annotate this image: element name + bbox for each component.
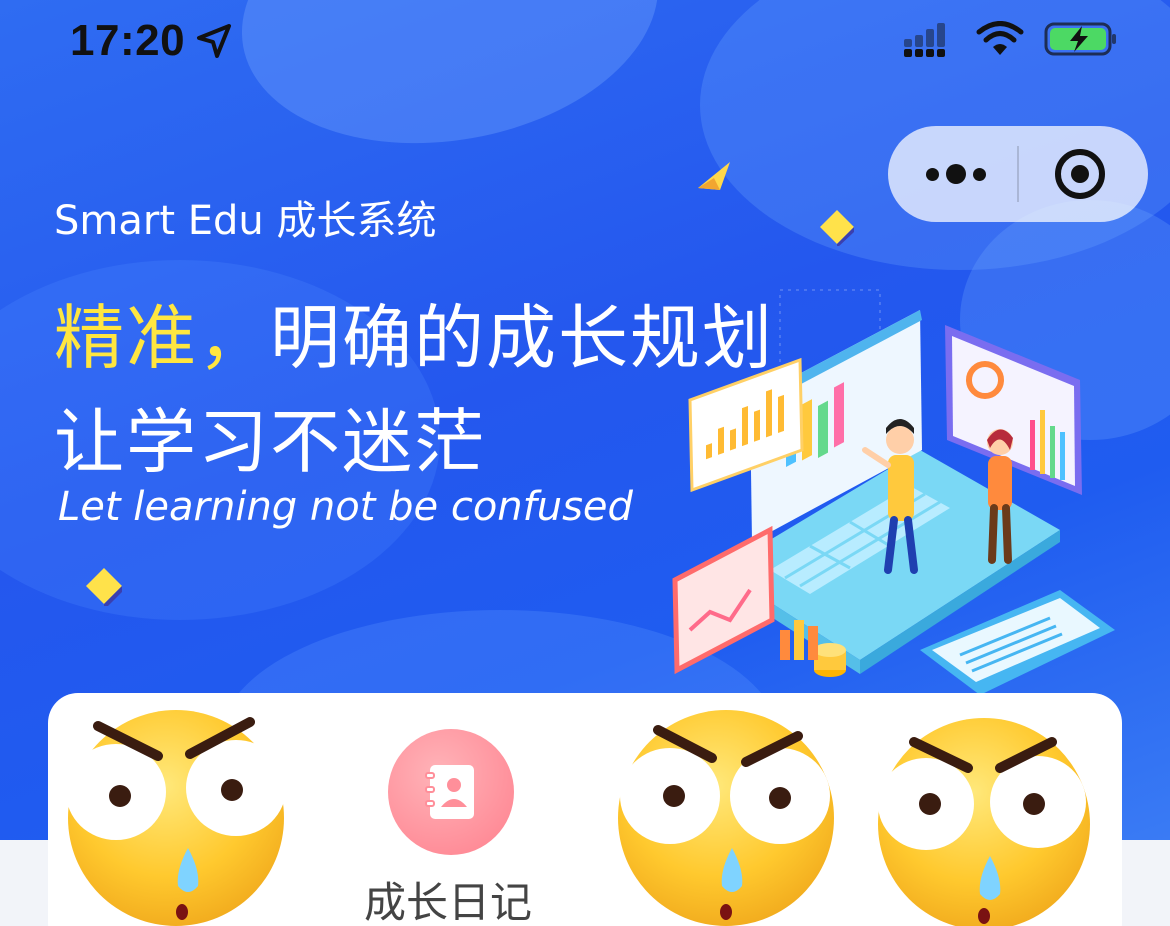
status-bar: 17:20: [0, 0, 1170, 88]
diary-contact-book-icon: [425, 765, 474, 819]
analytics-laptop-illustration: [672, 289, 1115, 695]
signal-icon: [904, 23, 945, 57]
headline-line2: 让学习不迷茫: [54, 401, 486, 483]
more-dots-icon: [973, 167, 986, 181]
menu-label: 成长日记: [363, 878, 532, 926]
more-button[interactable]: [916, 146, 996, 202]
menu-item-growth-diary[interactable]: 成长日记: [328, 693, 568, 926]
close-target-icon[interactable]: [1054, 148, 1106, 200]
wifi-icon: [976, 21, 1024, 55]
headline-highlight: 精准，: [54, 297, 270, 379]
diary-icon-circle: [388, 729, 514, 855]
status-time: 17:20: [70, 16, 186, 65]
brand-title: Smart Edu 成长系统: [54, 198, 437, 244]
more-dots-icon: [946, 164, 966, 184]
yellow-diamond-deco-icon: [86, 568, 122, 606]
angry-emoji-sticker-icon: [878, 718, 1090, 926]
battery-charging-icon: [1044, 22, 1116, 56]
location-arrow-icon: [197, 24, 232, 58]
more-dots-icon: [926, 167, 939, 181]
miniapp-capsule: [888, 126, 1148, 222]
capsule-divider: [1017, 146, 1019, 202]
angry-emoji-sticker-icon: [66, 710, 284, 926]
tagline: Let learning not be confused: [58, 484, 633, 530]
angry-emoji-sticker-icon: [618, 710, 834, 926]
